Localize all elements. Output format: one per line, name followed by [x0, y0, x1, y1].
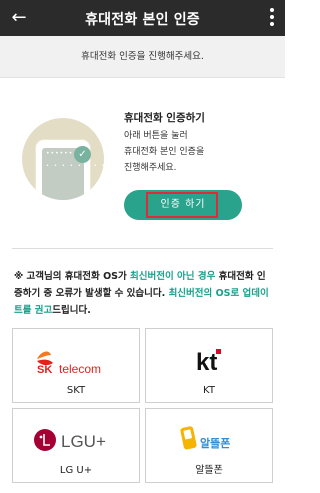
carrier-label: KT	[203, 385, 215, 396]
warning-highlight: 최신버전이 아닌 경우	[130, 271, 216, 282]
carrier-label: 알뜰폰	[195, 465, 223, 476]
carrier-label: SKT	[66, 385, 86, 396]
auth-description-line: 휴대전화 본인 인증을	[124, 147, 205, 157]
sk-butterfly-icon: SK telecom	[37, 351, 101, 375]
auth-description-line: 아래 버튼을 눌러	[124, 131, 188, 141]
kt-wordmark: kt	[196, 349, 217, 375]
authenticate-button[interactable]: 인증 하기	[124, 190, 242, 220]
mvno-wordmark: 알뜰폰	[200, 436, 230, 450]
carrier-mvno[interactable]: 알뜰폰 알뜰폰	[145, 408, 273, 483]
warning-text: 드립니다.	[52, 305, 91, 316]
lguplus-logo: LGU+	[13, 419, 139, 457]
carrier-lguplus[interactable]: LGU+ LG U+	[12, 408, 140, 483]
highlight-box	[146, 192, 218, 218]
lg-face-icon: LGU+	[34, 429, 106, 451]
auth-description: 아래 버튼을 눌러 휴대전화 본인 인증을 진행해주세요.	[124, 128, 274, 176]
carrier-kt[interactable]: kt KT	[145, 328, 273, 403]
carrier-grid: SK telecom SKT kt KT LGU+ LG U+ 알뜰폰 알뜰폰	[12, 328, 273, 484]
check-icon: ✓	[74, 146, 91, 163]
warning-text: ※ 고객님의 휴대전화 OS가	[14, 271, 131, 282]
os-warning: ※ 고객님의 휴대전화 OS가 최신버전이 아닌 경우 휴대전화 인증하기 중 …	[14, 268, 272, 319]
carrier-skt[interactable]: SK telecom SKT	[12, 328, 140, 403]
auth-title: 휴대전화 인증하기	[124, 112, 205, 124]
auth-description-line: 진행해주세요.	[124, 163, 177, 173]
divider	[12, 248, 273, 249]
kt-logo: kt	[146, 339, 272, 377]
kt-mark-icon: kt	[196, 349, 221, 375]
telecom-wordmark: telecom	[59, 362, 101, 375]
mvno-phone-icon: 알뜰폰	[180, 426, 230, 450]
app-bar: ← 휴대전화 본인 인증	[0, 0, 285, 36]
carrier-label: LG U+	[59, 465, 93, 476]
skt-logo: SK telecom	[13, 339, 139, 377]
mvno-logo: 알뜰폰	[146, 419, 272, 457]
page-title: 휴대전화 본인 인증	[85, 12, 200, 28]
lguplus-wordmark: LGU+	[61, 432, 106, 451]
more-vertical-icon[interactable]	[269, 8, 275, 28]
notice-banner: 휴대전화 인증을 진행해주세요.	[0, 36, 285, 78]
phone-illustration: •••••• ••••••••••••	[22, 118, 104, 200]
sk-mark: SK	[37, 364, 52, 375]
